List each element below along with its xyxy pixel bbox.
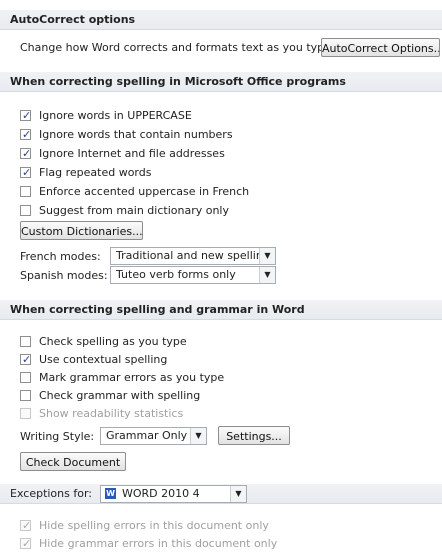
checkbox[interactable] [20,372,31,383]
dropdown-value: Traditional and new spellings [116,249,276,262]
checkbox-label: Show readability statistics [39,407,184,420]
checkmark-icon: ✓ [22,147,32,160]
checkmark-icon: ✓ [22,537,32,550]
checkbox-label: Ignore words that contain numbers [39,128,233,141]
chevron-down-icon[interactable]: ▼ [259,248,275,264]
section-title: AutoCorrect options [10,13,136,26]
autocorrect-description: Change how Word corrects and formats tex… [20,41,335,54]
checkmark-icon: ✓ [22,128,32,141]
spanish-modes-dropdown[interactable]: Tuteo verb forms only ▼ [110,266,276,284]
dropdown-value: Tuteo verb forms only [116,268,236,281]
custom-dictionaries-button[interactable]: Custom Dictionaries... [20,221,143,240]
checkbox-label: Hide grammar errors in this document onl… [39,537,278,550]
checkbox-label: Ignore Internet and file addresses [39,147,225,160]
checkbox[interactable]: ✓ [20,166,32,179]
section-header-word-grammar: When correcting spelling and grammar in … [0,300,442,320]
checkmark-icon: ✓ [22,353,32,366]
section-header-office-spelling: When correcting spelling in Microsoft Of… [0,72,442,92]
checkbox[interactable]: ✓ [20,109,32,122]
writing-style-dropdown[interactable]: Grammar Only ▼ [100,427,207,445]
checkmark-icon: ✓ [22,109,32,122]
check-document-button[interactable]: Check Document [20,452,126,471]
exceptions-label: Exceptions for: [10,487,93,500]
dropdown-value: WORD 2010 4 [122,487,200,500]
checkbox[interactable]: ✓ [20,353,32,366]
spanish-modes-label: Spanish modes: [20,269,108,282]
checkbox[interactable]: ✓ [20,128,32,141]
chevron-down-icon[interactable]: ▼ [230,486,246,502]
checkbox[interactable] [20,336,31,347]
checkbox-label: Use contextual spelling [39,353,168,366]
checkbox: ✓ [20,519,32,532]
checkbox-label: Mark grammar errors as you type [39,371,225,384]
checkbox-label: Check spelling as you type [39,335,187,348]
checkbox-label: Hide spelling errors in this document on… [39,519,269,532]
dropdown-value: Grammar Only [106,429,188,442]
checkbox-label: Check grammar with spelling [39,389,201,402]
autocorrect-options-button[interactable]: AutoCorrect Options... [321,38,440,57]
french-modes-dropdown[interactable]: Traditional and new spellings ▼ [110,247,276,265]
settings-button[interactable]: Settings... [218,426,290,445]
checkbox-label: Flag repeated words [39,166,152,179]
section-title: When correcting spelling and grammar in … [10,303,305,316]
word-document-icon: W [105,488,116,499]
chevron-down-icon[interactable]: ▼ [259,267,275,283]
checkbox-label: Ignore words in UPPERCASE [39,109,192,122]
checkbox[interactable]: ✓ [20,147,32,160]
exceptions-document-dropdown[interactable]: W WORD 2010 4 ▼ [100,485,247,503]
checkbox-label: Enforce accented uppercase in French [39,185,250,198]
french-modes-label: French modes: [20,250,101,263]
checkbox[interactable] [20,186,31,197]
checkbox[interactable] [20,205,31,216]
writing-style-label: Writing Style: [20,430,95,443]
checkmark-icon: ✓ [22,519,32,532]
checkbox[interactable] [20,390,31,401]
section-header-autocorrect: AutoCorrect options [0,10,442,30]
checkbox-label: Suggest from main dictionary only [39,204,229,217]
chevron-down-icon[interactable]: ▼ [190,428,206,444]
checkbox [20,408,31,419]
section-title: When correcting spelling in Microsoft Of… [10,75,346,88]
checkbox: ✓ [20,537,32,550]
checkmark-icon: ✓ [22,166,32,179]
